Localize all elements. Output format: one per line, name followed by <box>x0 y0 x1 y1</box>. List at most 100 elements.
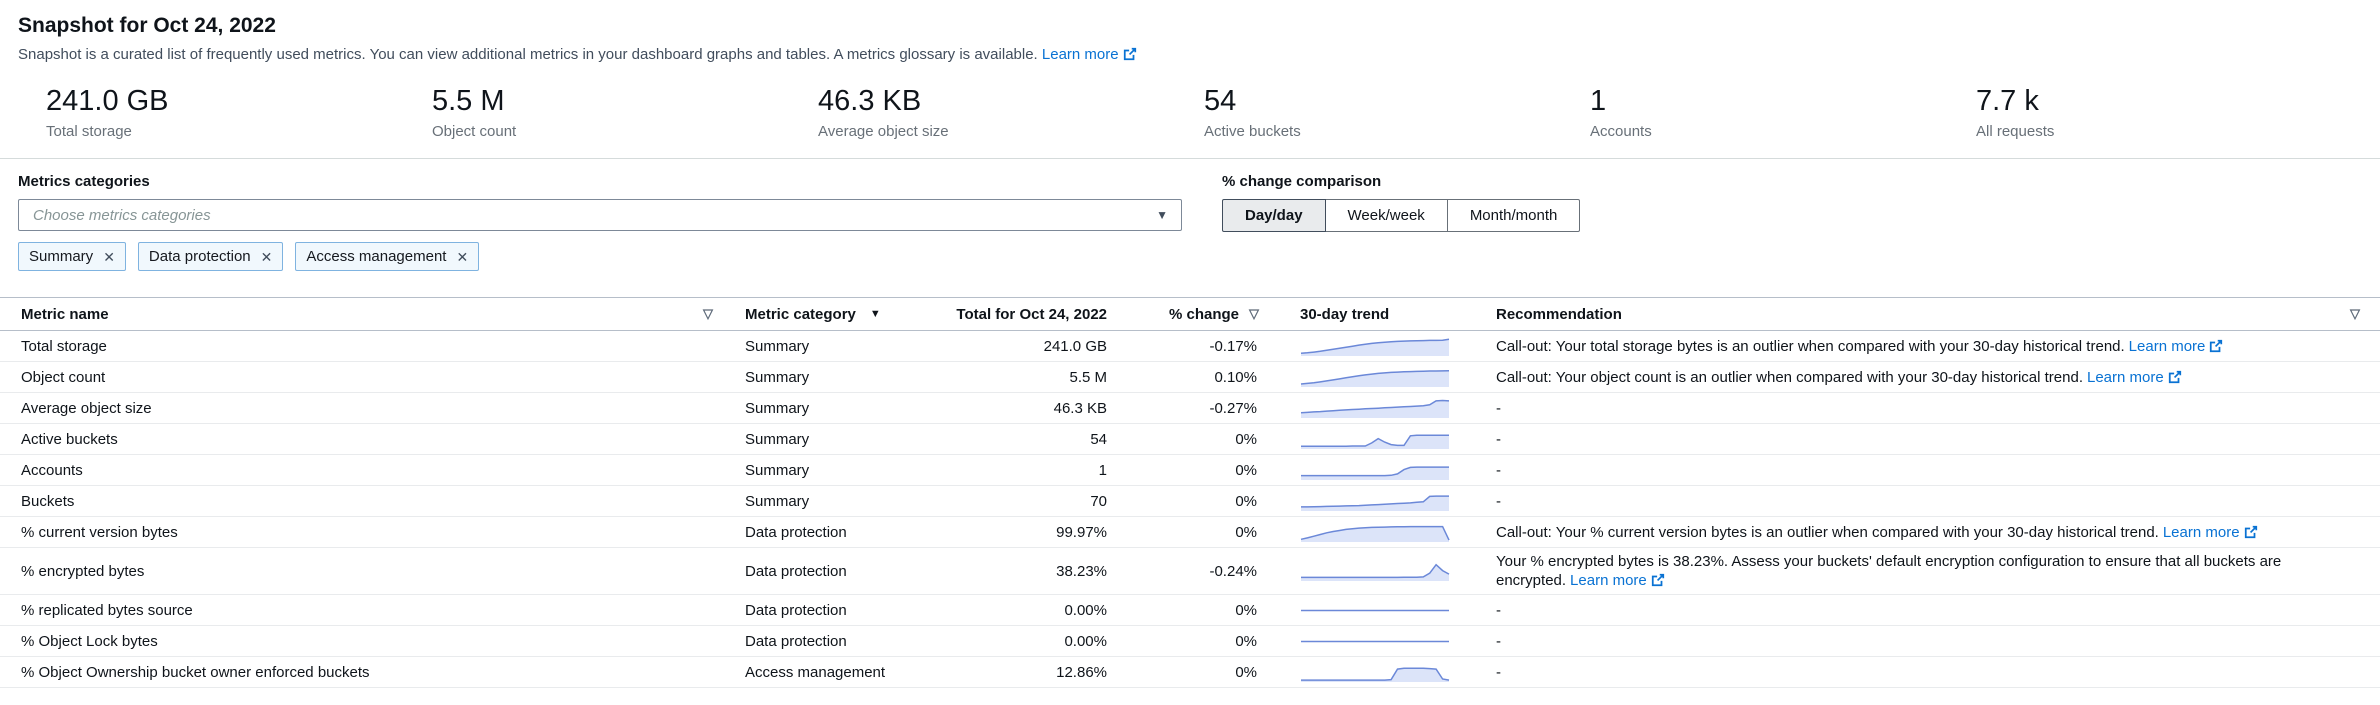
metric-category-cell: Summary <box>729 396 934 421</box>
token-dismiss-icon[interactable]: ✕ <box>261 250 273 264</box>
filter-controls: Metrics categories Choose metrics catego… <box>0 159 2380 271</box>
recommendation-text: - <box>1496 664 1501 681</box>
table-row: Active buckets Summary 54 0% - <box>0 424 2380 455</box>
sort-icon[interactable]: ▽ <box>703 306 713 322</box>
recommendation-cell: Call-out: Your object count is an outlie… <box>1480 364 2380 391</box>
filter-caret-icon[interactable]: ▼ <box>870 308 881 320</box>
recommendation-cell: - <box>1480 628 2380 655</box>
external-link-icon <box>2244 525 2258 539</box>
trend-sparkline <box>1300 661 1450 683</box>
trend-sparkline <box>1300 599 1450 621</box>
learn-more-label: Learn more <box>2163 524 2240 541</box>
token-dismiss-icon[interactable]: ✕ <box>456 250 468 264</box>
kpi-label: Total storage <box>46 123 432 140</box>
caret-down-icon: ▼ <box>1156 208 1168 222</box>
total-cell: 12.86% <box>934 660 1131 685</box>
table-row: Average object size Summary 46.3 KB -0.2… <box>0 393 2380 424</box>
token-label: Summary <box>29 248 93 265</box>
external-link-icon <box>1651 573 1665 587</box>
change-cell: 0% <box>1131 427 1283 452</box>
total-cell: 0.00% <box>934 629 1131 654</box>
recommendation-cell: Your % encrypted bytes is 38.23%. Assess… <box>1480 548 2380 594</box>
learn-more-label: Learn more <box>2129 338 2206 355</box>
trend-cell <box>1283 556 1480 586</box>
sort-icon[interactable]: ▽ <box>2350 306 2360 322</box>
sort-icon[interactable]: ▽ <box>1249 306 1259 322</box>
metric-category-cell: Summary <box>729 458 934 483</box>
metric-category-cell: Access management <box>729 660 934 685</box>
learn-more-link[interactable]: Learn more <box>1570 572 1665 589</box>
external-link-icon <box>1123 47 1137 61</box>
total-cell: 46.3 KB <box>934 396 1131 421</box>
comparison-segment-button[interactable]: Day/day <box>1222 199 1326 232</box>
token-dismiss-icon[interactable]: ✕ <box>103 250 115 264</box>
recommendation-cell: Call-out: Your total storage bytes is an… <box>1480 333 2380 360</box>
column-label: 30-day trend <box>1300 306 1389 323</box>
table-row: Object count Summary 5.5 M 0.10% Call-ou… <box>0 362 2380 393</box>
token-label: Data protection <box>149 248 251 265</box>
change-cell: 0% <box>1131 458 1283 483</box>
trend-cell <box>1283 486 1480 516</box>
column-label: Metric name <box>21 306 109 323</box>
column-header-total: Total for Oct 24, 2022 <box>934 306 1131 323</box>
kpi-item: 7.7 k All requests <box>1976 85 2362 140</box>
trend-cell <box>1283 595 1480 625</box>
comparison-segment-button[interactable]: Week/week <box>1325 199 1448 232</box>
recommendation-cell: - <box>1480 659 2380 686</box>
metrics-table: Metric name ▽ Metric category ▼ Total fo… <box>0 297 2380 688</box>
change-comparison-label: % change comparison <box>1222 173 1580 190</box>
recommendation-cell: - <box>1480 457 2380 484</box>
total-cell: 38.23% <box>934 559 1131 584</box>
metrics-categories-group: Metrics categories Choose metrics catego… <box>18 173 1182 271</box>
subtitle-learn-more-link[interactable]: Learn more <box>1042 46 1137 63</box>
select-placeholder: Choose metrics categories <box>33 207 211 224</box>
external-link-icon <box>2209 339 2223 353</box>
total-cell: 0.00% <box>934 598 1131 623</box>
kpi-item: 54 Active buckets <box>1204 85 1590 140</box>
metrics-categories-select[interactable]: Choose metrics categories ▼ <box>18 199 1182 231</box>
page-subtitle: Snapshot is a curated list of frequently… <box>18 46 2362 63</box>
table-row: % encrypted bytes Data protection 38.23%… <box>0 548 2380 595</box>
recommendation-cell: - <box>1480 488 2380 515</box>
recommendation-text: - <box>1496 431 1501 448</box>
column-header-trend: 30-day trend <box>1283 306 1480 323</box>
kpi-value: 1 <box>1590 85 1976 118</box>
metric-name-cell: Buckets <box>0 489 729 514</box>
learn-more-link[interactable]: Learn more <box>2163 524 2258 541</box>
trend-cell <box>1283 517 1480 547</box>
total-cell: 1 <box>934 458 1131 483</box>
kpi-value: 46.3 KB <box>818 85 1204 118</box>
column-header-recommendation[interactable]: Recommendation ▽ <box>1480 306 2380 323</box>
kpi-value: 54 <box>1204 85 1590 118</box>
metric-name-cell: Object count <box>0 365 729 390</box>
trend-sparkline <box>1300 490 1450 512</box>
change-cell: 0% <box>1131 629 1283 654</box>
metric-category-cell: Summary <box>729 365 934 390</box>
recommendation-text: Call-out: Your object count is an outlie… <box>1496 369 2083 386</box>
kpi-value: 5.5 M <box>432 85 818 118</box>
table-row: Total storage Summary 241.0 GB -0.17% Ca… <box>0 331 2380 362</box>
learn-more-link[interactable]: Learn more <box>2087 369 2182 386</box>
change-cell: -0.27% <box>1131 396 1283 421</box>
metric-category-cell: Data protection <box>729 598 934 623</box>
column-label: % change <box>1169 306 1239 323</box>
trend-cell <box>1283 657 1480 687</box>
kpi-row: 241.0 GB Total storage 5.5 M Object coun… <box>0 63 2380 159</box>
column-header-metric-name[interactable]: Metric name ▽ <box>0 306 729 323</box>
recommendation-text: Call-out: Your % current version bytes i… <box>1496 524 2159 541</box>
trend-cell <box>1283 626 1480 656</box>
kpi-item: 5.5 M Object count <box>432 85 818 140</box>
subtitle-text: Snapshot is a curated list of frequently… <box>18 46 1038 63</box>
change-cell: 0% <box>1131 520 1283 545</box>
metric-category-cell: Data protection <box>729 629 934 654</box>
total-cell: 241.0 GB <box>934 334 1131 359</box>
kpi-item: 46.3 KB Average object size <box>818 85 1204 140</box>
column-header-metric-category[interactable]: Metric category ▼ <box>729 306 934 323</box>
column-label: Recommendation <box>1496 306 1622 323</box>
comparison-segment-button[interactable]: Month/month <box>1447 199 1581 232</box>
column-label: Metric category <box>745 306 856 323</box>
trend-cell <box>1283 424 1480 454</box>
learn-more-link[interactable]: Learn more <box>2129 338 2224 355</box>
metric-category-cell: Data protection <box>729 520 934 545</box>
column-header-change[interactable]: % change ▽ <box>1131 306 1283 323</box>
